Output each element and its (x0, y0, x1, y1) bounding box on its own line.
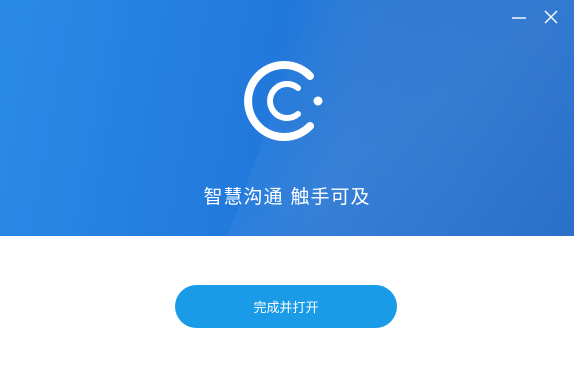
minimize-icon (512, 17, 526, 19)
slogan-text: 智慧沟通 触手可及 (203, 186, 371, 208)
close-icon (544, 10, 558, 24)
window-controls (510, 8, 560, 26)
close-button[interactable] (542, 8, 560, 26)
installer-window: 智慧沟通 触手可及 完成并打开 (0, 0, 574, 378)
app-logo-icon (244, 61, 323, 141)
finish-and-open-button[interactable]: 完成并打开 (175, 285, 397, 328)
minimize-button[interactable] (510, 8, 528, 26)
header-banner: 智慧沟通 触手可及 (0, 0, 574, 236)
